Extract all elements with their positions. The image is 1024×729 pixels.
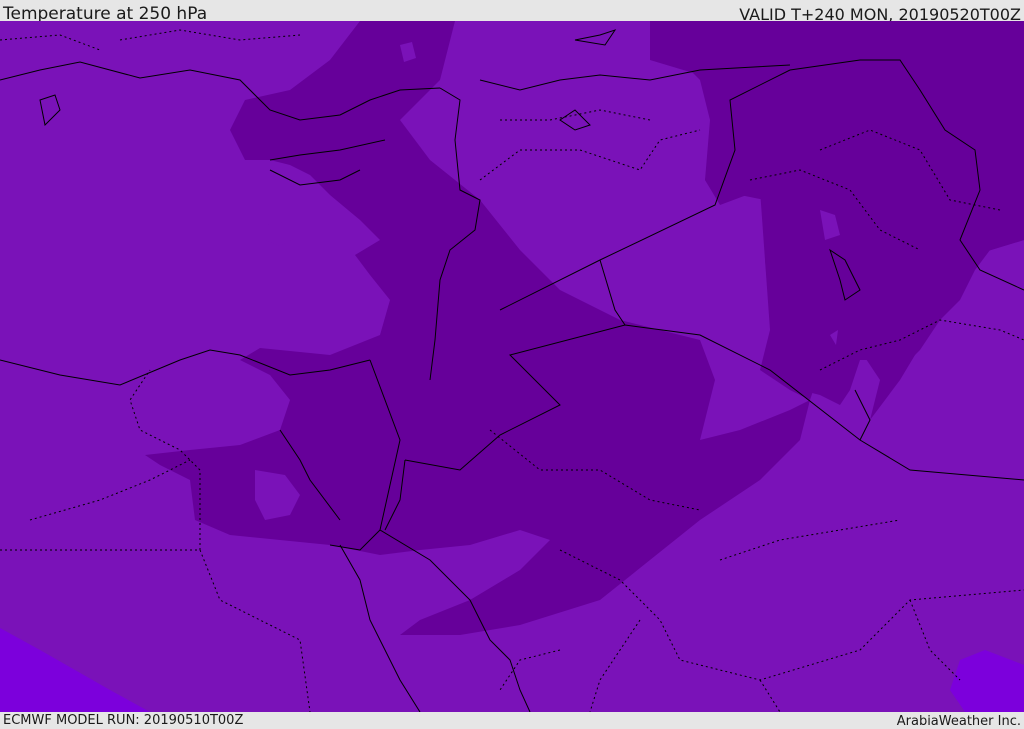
footer-bar: ECMWF MODEL RUN: 20190510T00Z ArabiaWeat… xyxy=(0,712,1024,729)
forecast-map xyxy=(0,21,1024,712)
map-canvas xyxy=(0,21,1024,712)
model-run-label: ECMWF MODEL RUN: 20190510T00Z xyxy=(3,713,244,728)
credit-label: ArabiaWeather Inc. xyxy=(896,714,1021,729)
map-figure: Temperature at 250 hPa VALID T+240 MON, … xyxy=(0,0,1024,729)
header-bar: Temperature at 250 hPa VALID T+240 MON, … xyxy=(0,0,1024,24)
